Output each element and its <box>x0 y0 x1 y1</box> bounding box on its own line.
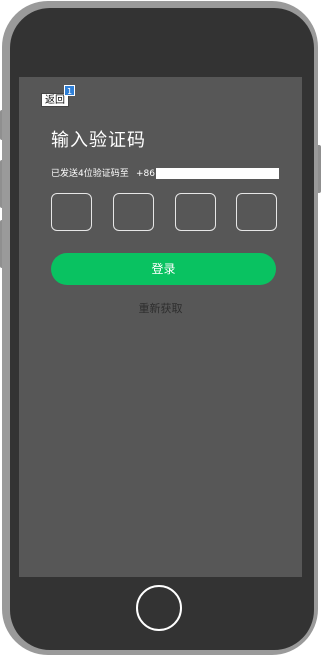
login-button[interactable]: 登录 <box>51 253 276 285</box>
code-input-2[interactable] <box>113 193 154 231</box>
code-input-3[interactable] <box>175 193 216 231</box>
phone-number-placeholder <box>156 168 279 179</box>
country-code: +86 <box>136 169 155 179</box>
code-input-1[interactable] <box>51 193 92 231</box>
phone-mockup: 返回 1 输入验证码 已发送4位验证码至 +86 登录 重新获取 <box>0 0 321 657</box>
page-title: 输入验证码 <box>51 130 146 151</box>
resend-code-link[interactable]: 重新获取 <box>19 301 302 317</box>
annotation-badge: 1 <box>64 85 75 96</box>
home-button[interactable] <box>136 585 182 631</box>
code-sent-text: 已发送4位验证码至 <box>51 169 129 179</box>
phone-screen: 返回 1 输入验证码 已发送4位验证码至 +86 登录 重新获取 <box>19 77 302 577</box>
code-input-4[interactable] <box>236 193 277 231</box>
